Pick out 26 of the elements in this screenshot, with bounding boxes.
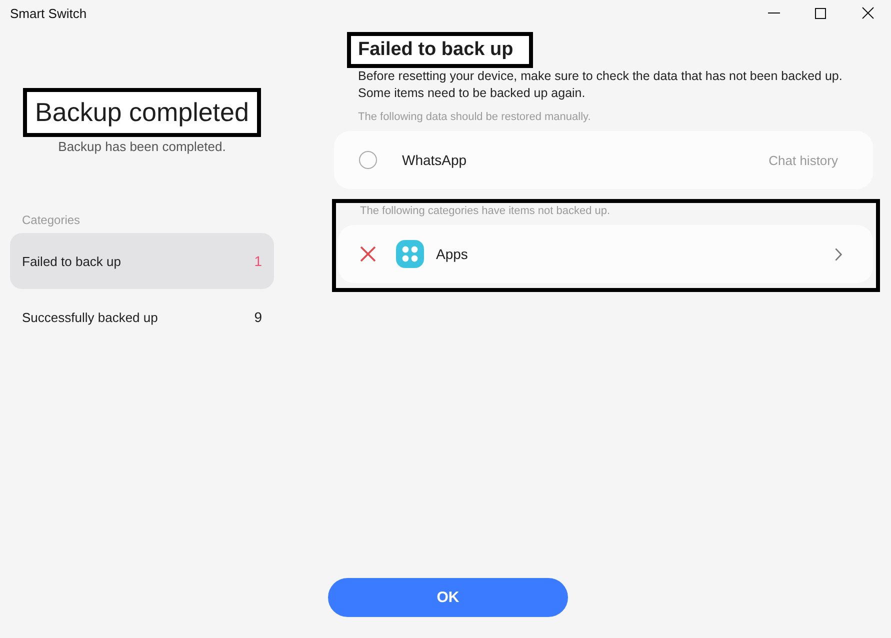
item-detail: Chat history [768, 152, 838, 168]
section-note: The following data should be restored manually. [357, 111, 592, 124]
close-icon [862, 7, 874, 19]
backup-status-subtitle: Backup has been completed. [58, 139, 226, 155]
chevron-right-icon [835, 248, 842, 260]
item-name: WhatsApp [402, 152, 468, 168]
category-label: Successfully backed up [22, 310, 158, 324]
description-text: Before resetting your device, make sure to check the data that has not been backed up. [357, 68, 844, 85]
category-item[interactable]: Successfully backed up 9 [10, 289, 274, 345]
backup-status-title: Backup completed [35, 97, 249, 128]
category-label: Failed to back up [22, 254, 122, 268]
ok-button[interactable]: OK [328, 578, 568, 617]
category-count: 1 [254, 253, 262, 269]
minimize-icon [768, 12, 780, 14]
maximize-icon [815, 8, 826, 18]
window-title: Smart Switch [10, 6, 88, 20]
radio-button[interactable] [359, 151, 377, 169]
category-item[interactable]: Failed to back up 1 [10, 233, 274, 289]
section-title: Failed to back up [358, 39, 514, 61]
categories-heading: Categories [21, 213, 82, 227]
section-note: The following categories have items not backed up. [359, 205, 612, 218]
item-name: Apps [436, 246, 469, 262]
item-card[interactable]: Apps [338, 225, 873, 283]
category-count: 9 [254, 309, 262, 325]
four-dots-icon [396, 240, 424, 268]
description-text: Some items need to be backed up again. [357, 85, 586, 102]
